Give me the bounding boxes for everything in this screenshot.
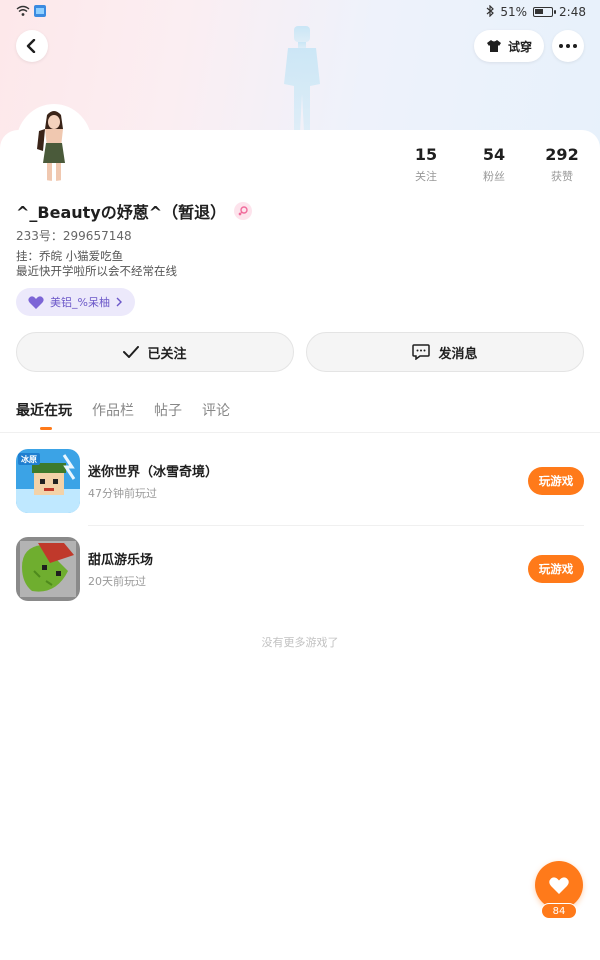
stat-label: 粉丝	[483, 170, 505, 183]
tabs-divider	[0, 432, 600, 433]
try-on-label: 试穿	[507, 39, 532, 54]
game-info: 迷你世界（冰雪奇境） 47分钟前玩过	[88, 461, 528, 501]
game-list-item[interactable]: 冰原 迷你世界（冰雪奇境） 47分钟前玩过 玩游戏	[16, 449, 584, 513]
like-button[interactable]	[535, 861, 583, 909]
no-more-games-hint: 没有更多游戏了	[261, 636, 339, 649]
status-left	[16, 4, 46, 20]
bio-line: 最近快开学啦所以会不经常在线	[16, 264, 177, 278]
mini-world-game-icon: 冰原	[16, 449, 80, 513]
tab-works[interactable]: 作品栏	[92, 400, 134, 420]
avatar[interactable]	[16, 104, 92, 184]
send-message-button[interactable]: 发消息	[306, 332, 584, 372]
back-button[interactable]	[16, 30, 48, 62]
tshirt-icon	[486, 40, 501, 52]
game-title: 甜瓜游乐场	[88, 553, 154, 568]
avatar-figure-illustration	[284, 26, 320, 132]
app-notification-icon	[34, 4, 46, 20]
profile-name: ^_Beautyの妤蒽^（暂退）	[16, 203, 227, 222]
row-divider	[88, 525, 584, 526]
game-last-played: 20天前玩过	[88, 575, 146, 588]
relationship-tag[interactable]: 美铝_%呆柚	[16, 288, 135, 316]
profile-bio: 挂：乔皖 小猫爱吃鱼 最近快开学啦所以会不经常在线	[16, 249, 177, 279]
wifi-icon	[16, 5, 30, 20]
game-icon-badge-text: 冰原	[21, 454, 37, 464]
heart-icon	[549, 876, 569, 894]
tab-posts[interactable]: 帖子	[154, 400, 182, 420]
stat-followers[interactable]: 54 粉丝	[460, 145, 528, 184]
more-options-button[interactable]	[552, 30, 584, 62]
bio-line: 挂：乔皖 小猫爱吃鱼	[16, 249, 124, 263]
stat-following[interactable]: 15 关注	[392, 145, 460, 184]
battery-icon	[533, 7, 557, 17]
stat-label: 关注	[415, 170, 437, 183]
checkmark-icon	[123, 346, 140, 358]
tab-comments[interactable]: 评论	[202, 400, 230, 420]
game-list-item[interactable]: 甜瓜游乐场 20天前玩过 玩游戏	[16, 537, 584, 601]
followed-button[interactable]: 已关注	[16, 332, 294, 372]
play-game-button[interactable]: 玩游戏	[528, 555, 584, 583]
play-game-button[interactable]: 玩游戏	[528, 467, 584, 495]
battery-percent: 51%	[500, 5, 528, 19]
stat-value: 15	[414, 145, 438, 164]
game-info: 甜瓜游乐场 20天前玩过	[88, 549, 528, 589]
game-last-played: 47分钟前玩过	[88, 487, 157, 500]
tag-label: 美铝_%呆柚	[50, 296, 110, 309]
user-id: 233号：299657148	[16, 229, 132, 243]
try-on-button[interactable]: 试穿	[474, 30, 544, 62]
game-title: 迷你世界（冰雪奇境）	[88, 465, 219, 480]
heart-icon	[28, 295, 44, 309]
more-dots-icon	[559, 44, 577, 48]
stat-likes[interactable]: 292 获赞	[528, 145, 596, 184]
stat-value: 54	[482, 145, 506, 164]
status-right: 51% 2:48	[486, 4, 586, 20]
clock: 2:48	[559, 5, 586, 19]
chat-bubble-icon	[412, 344, 431, 360]
chevron-right-icon	[116, 297, 122, 307]
name-row: ^_Beautyの妤蒽^（暂退）	[16, 199, 253, 223]
stat-label: 获赞	[551, 170, 573, 183]
gender-badge-icon	[234, 202, 253, 220]
profile-stats: 15 关注 54 粉丝 292 获赞	[392, 145, 596, 184]
message-label: 发消息	[438, 346, 478, 362]
like-count-badge: 84	[541, 903, 577, 919]
avatar-character-image	[19, 107, 89, 181]
chevron-left-icon	[26, 39, 36, 53]
follow-label: 已关注	[147, 346, 187, 362]
tab-recently-played[interactable]: 最近在玩	[16, 400, 72, 430]
battery-level-fill	[535, 9, 543, 14]
stat-value: 292	[545, 145, 579, 164]
status-bar: 51% 2:48	[0, 0, 600, 24]
profile-tabs: 最近在玩 作品栏 帖子 评论	[16, 400, 230, 430]
bluetooth-icon	[486, 4, 495, 20]
melon-playground-game-icon	[16, 537, 80, 601]
